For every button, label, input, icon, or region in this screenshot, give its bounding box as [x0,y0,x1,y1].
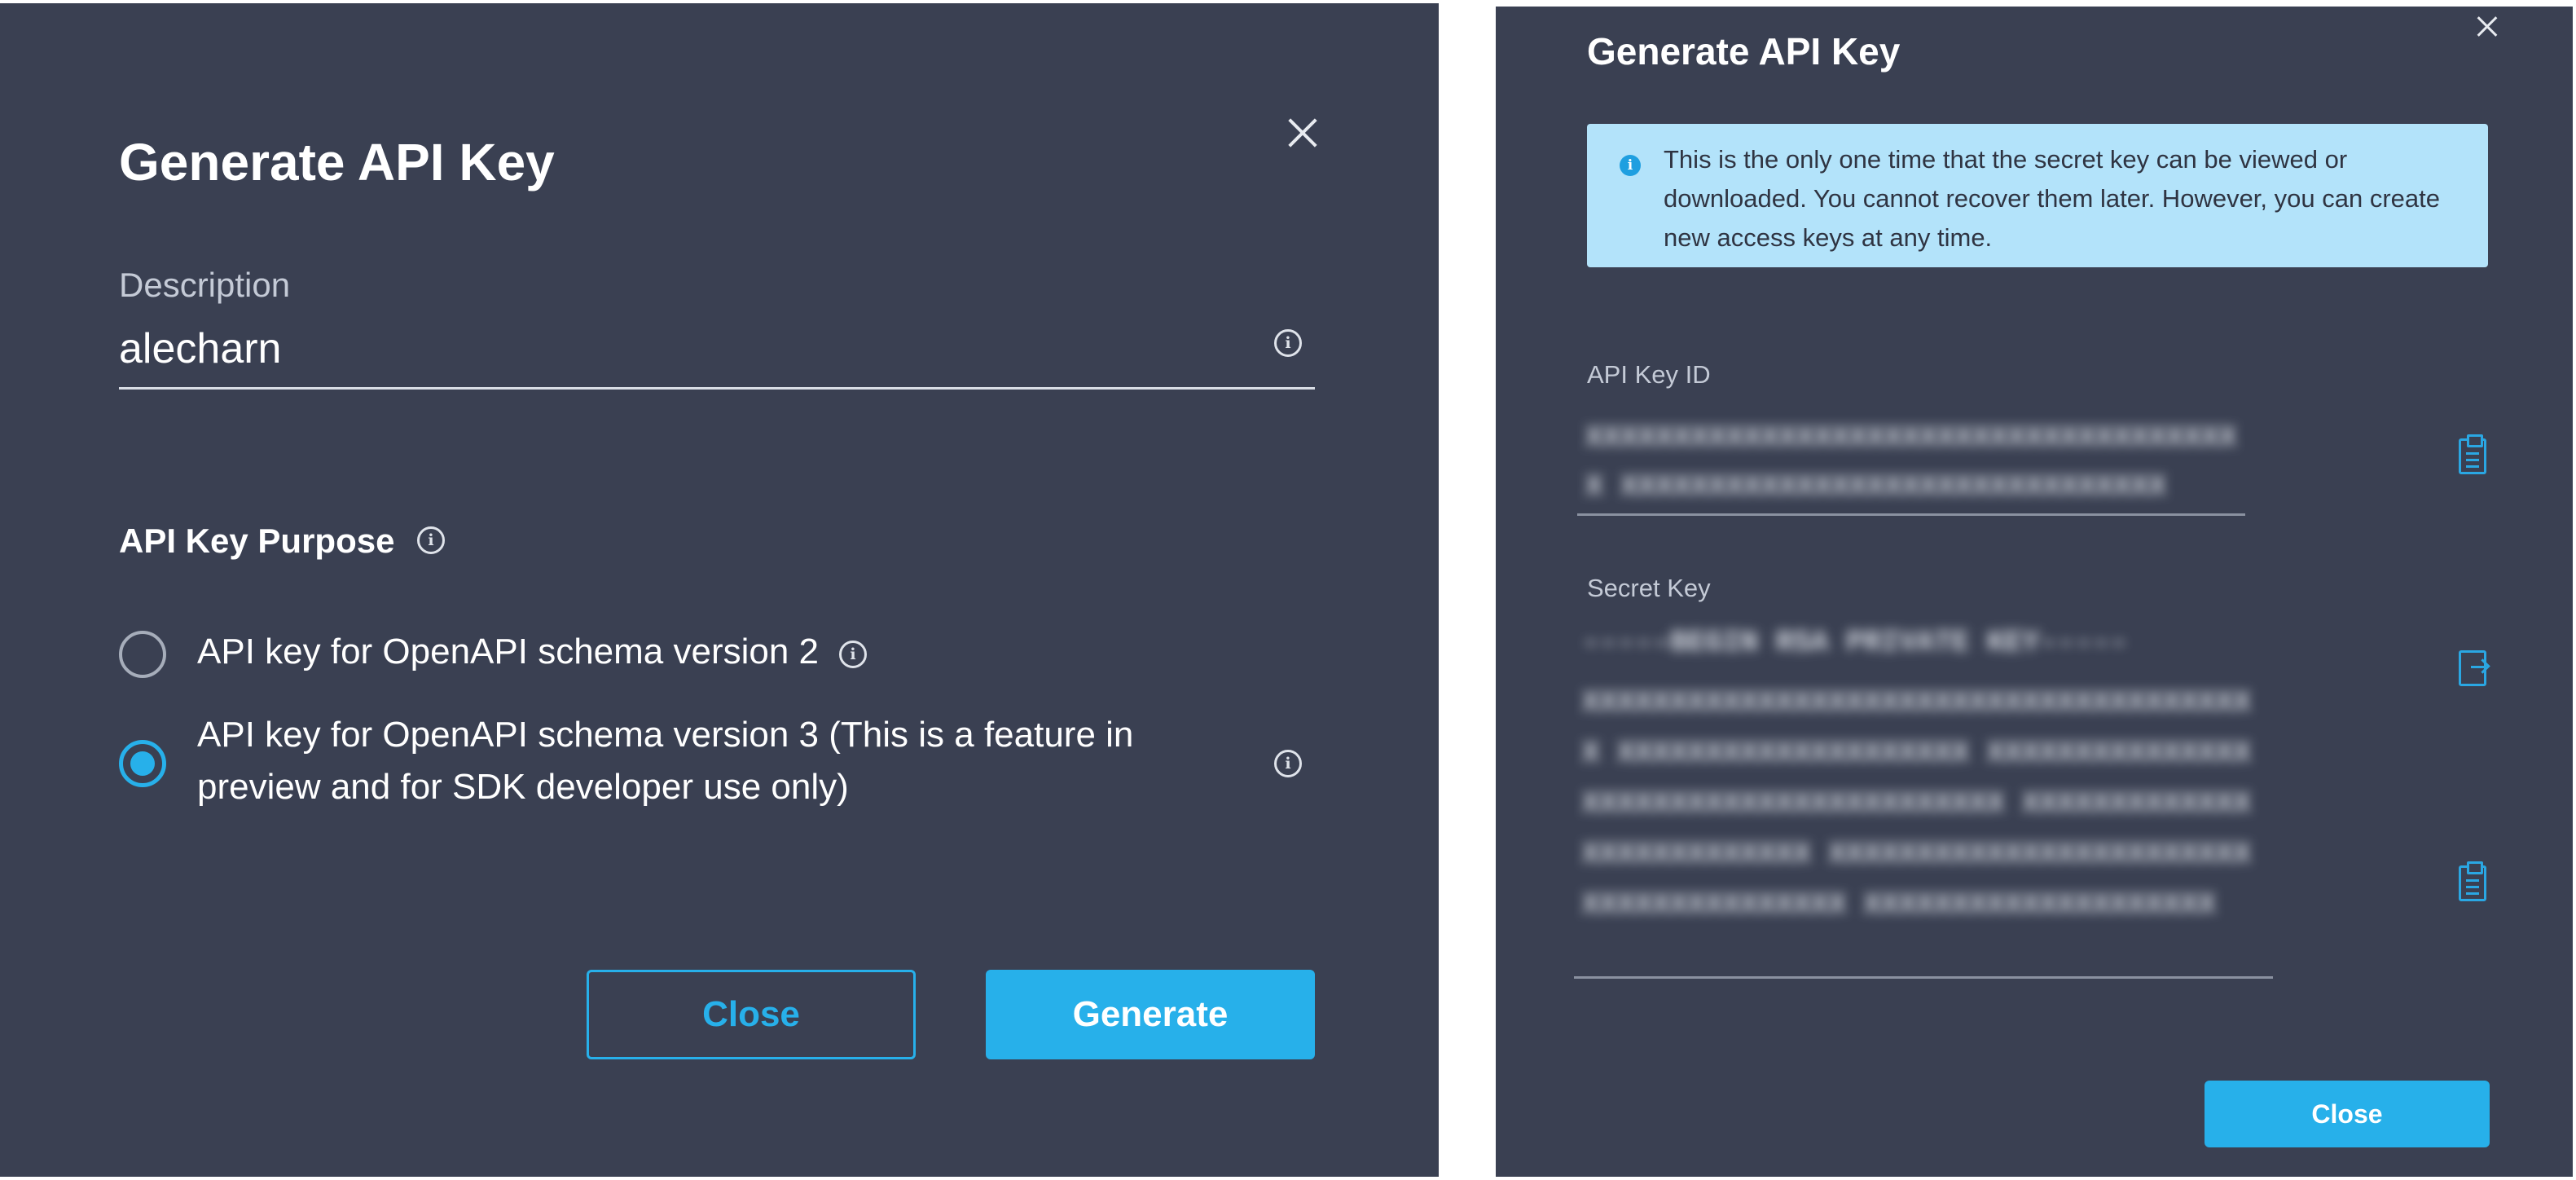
description-field: i [119,318,1315,390]
close-icon[interactable] [2473,13,2501,41]
info-icon: i [1620,155,1641,176]
radio-label: API key for OpenAPI schema version 2 [197,632,820,671]
radio-option-openapi-v3[interactable]: API key for OpenAPI schema version 3 (Th… [119,709,1325,823]
close-button[interactable]: Close [587,970,916,1059]
api-key-id-value-redacted: XXXXXXXXXXXXXXXXXXXXXXXXXXXXXXXXXXXXXX X… [1577,409,2245,516]
generate-button[interactable]: Generate [986,970,1315,1059]
info-icon[interactable]: i [1274,750,1302,777]
info-icon[interactable]: i [417,526,445,554]
secret-key-value-redacted: -----BEGIN RSA PRIVATE KEY----- XXXXXXXX… [1574,613,2273,979]
radio-button-unselected[interactable] [119,631,166,678]
close-icon[interactable] [1282,112,1323,153]
description-label: Description [119,266,291,304]
clipboard-copy-icon[interactable] [2459,861,2486,901]
clipboard-copy-icon[interactable] [2459,434,2486,474]
description-input[interactable] [119,324,1243,373]
download-icon[interactable] [2459,650,2486,686]
info-icon[interactable]: i [839,641,867,668]
notice-text: This is the only one time that the secre… [1664,145,2440,252]
radio-option-openapi-v2[interactable]: API key for OpenAPI schema version 2 i [119,626,1325,683]
generate-api-key-dialog: Generate API Key Description i API Key P… [0,3,1439,1177]
info-icon[interactable]: i [1274,329,1302,357]
radio-label: API key for OpenAPI schema version 3 (Th… [197,715,1134,807]
secret-key-label: Secret Key [1587,574,1711,602]
dialog-title: Generate API Key [119,133,555,192]
close-button[interactable]: Close [2205,1081,2490,1147]
secret-key-first-line: -----BEGIN RSA PRIVATE KEY----- [1582,626,2128,659]
api-key-id-label: API Key ID [1587,360,1711,389]
api-key-purpose-label: API Key Purpose [119,522,395,560]
dialog-title: Generate API Key [1587,30,1901,73]
generated-api-key-dialog: Generate API Key i This is the only one … [1496,7,2573,1177]
secret-key-notice: i This is the only one time that the sec… [1587,124,2488,267]
radio-button-selected[interactable] [119,740,166,787]
